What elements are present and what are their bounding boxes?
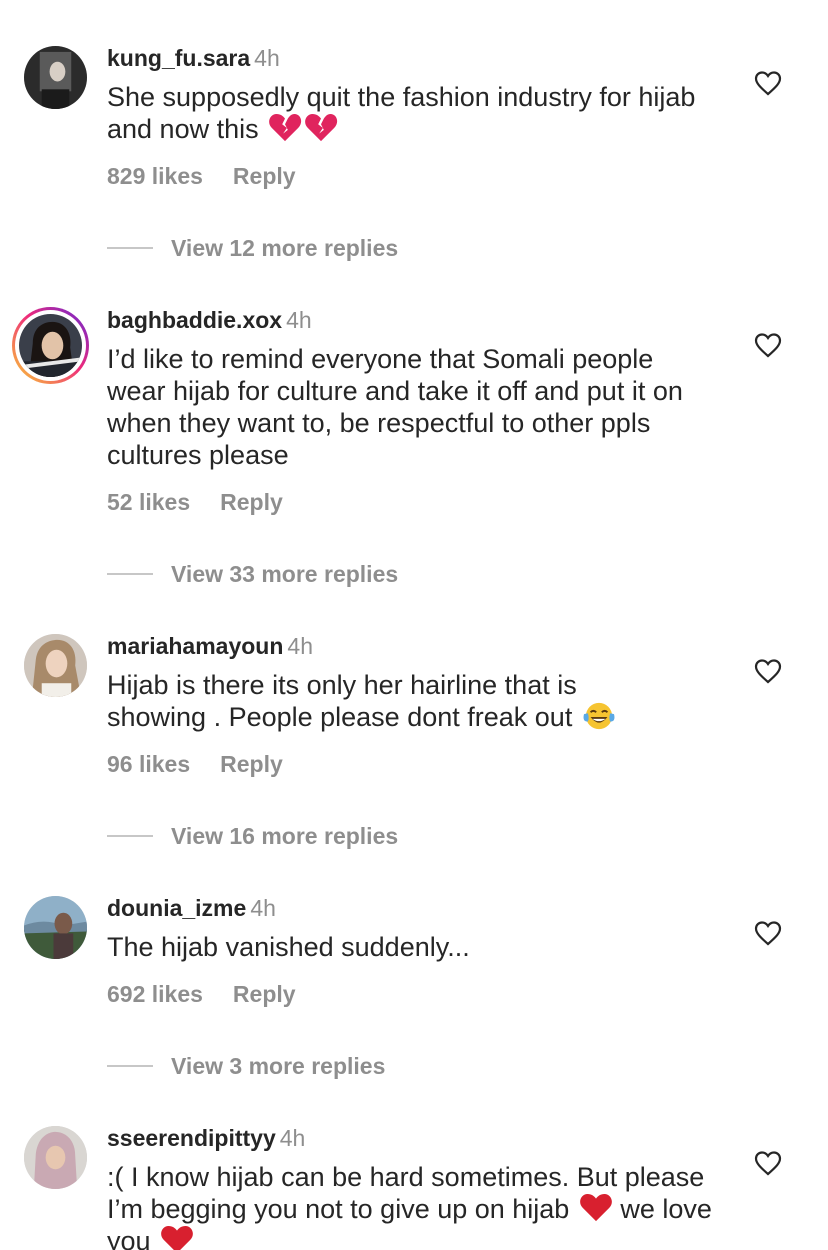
comment-text: I’d like to remind everyone that Somali … xyxy=(107,343,707,471)
like-heart-icon[interactable] xyxy=(754,70,782,96)
timestamp: 4h xyxy=(286,307,312,333)
view-replies-label: View 33 more replies xyxy=(171,561,399,587)
like-heart-icon[interactable] xyxy=(754,658,782,684)
username[interactable]: dounia_izme xyxy=(107,895,246,921)
avatar-photo xyxy=(24,634,87,697)
timestamp: 4h xyxy=(254,45,280,71)
timestamp: 4h xyxy=(279,1125,306,1151)
likes-count[interactable]: 692 likes xyxy=(107,981,203,1007)
comment-text: :( I know hijab can be hard sometimes. B… xyxy=(107,1161,717,1250)
like-heart-icon[interactable] xyxy=(754,1150,782,1176)
comment-body: Hijab is there its only her hairline tha… xyxy=(107,670,577,732)
comment-body: :( I know hijab can be hard sometimes. B… xyxy=(107,1162,705,1224)
username[interactable]: kung_fu.sara xyxy=(107,45,250,71)
broken-heart-icon xyxy=(268,113,302,143)
timestamp: 4h xyxy=(287,633,313,659)
view-replies[interactable]: View 16 more replies xyxy=(107,822,398,850)
likes-count[interactable]: 52 likes xyxy=(107,489,190,515)
avatar[interactable] xyxy=(24,46,87,109)
comment-text: She supposedly quit the fashion industry… xyxy=(107,81,727,145)
avatar-photo xyxy=(24,46,87,109)
view-replies[interactable]: View 3 more replies xyxy=(107,1052,385,1080)
comment-actions: 692 likes Reply xyxy=(107,980,296,1008)
username[interactable]: mariahamayoun xyxy=(107,633,283,659)
comment-meta: baghbaddie.xox 4h xyxy=(107,306,312,334)
avatar-photo xyxy=(24,1126,87,1189)
comment-body: She supposedly quit the fashion industry… xyxy=(107,82,696,144)
avatar[interactable] xyxy=(24,896,87,959)
view-replies[interactable]: View 12 more replies xyxy=(107,234,398,262)
avatar[interactable] xyxy=(12,307,89,384)
replies-divider xyxy=(107,1065,153,1067)
replies-divider xyxy=(107,247,153,249)
like-heart-icon[interactable] xyxy=(754,920,782,946)
red-heart-icon xyxy=(579,1193,613,1223)
view-replies-label: View 12 more replies xyxy=(171,235,399,261)
reply-button[interactable]: Reply xyxy=(233,981,296,1007)
view-replies[interactable]: View 33 more replies xyxy=(107,560,398,588)
comment-actions: 52 likes Reply xyxy=(107,488,283,516)
comment-meta: dounia_izme 4h xyxy=(107,894,276,922)
red-heart-icon xyxy=(160,1225,194,1250)
likes-count[interactable]: 96 likes xyxy=(107,751,190,777)
story-ring xyxy=(15,310,86,381)
likes-count[interactable]: 829 likes xyxy=(107,163,203,189)
comment-text: Hijab is there its only her hairline tha… xyxy=(107,669,667,733)
tears-of-joy-icon xyxy=(582,701,616,731)
comment-meta: sseerendipittyy 4h xyxy=(107,1124,305,1152)
comment-meta: mariahamayoun 4h xyxy=(107,632,313,660)
reply-button[interactable]: Reply xyxy=(220,489,283,515)
avatar-photo xyxy=(19,314,82,377)
timestamp: 4h xyxy=(250,895,276,921)
username[interactable]: sseerendipittyy xyxy=(107,1125,276,1151)
avatar-photo xyxy=(24,896,87,959)
replies-divider xyxy=(107,835,153,837)
like-heart-icon[interactable] xyxy=(754,332,782,358)
comment-body: I’d like to remind everyone that Somali … xyxy=(107,344,683,470)
comment-actions: 829 likes Reply xyxy=(107,162,296,190)
replies-divider xyxy=(107,573,153,575)
broken-heart-icon xyxy=(304,113,338,143)
avatar[interactable] xyxy=(24,1126,87,1189)
avatar[interactable] xyxy=(24,634,87,697)
reply-button[interactable]: Reply xyxy=(220,751,283,777)
comment-meta: kung_fu.sara 4h xyxy=(107,44,280,72)
comment-text: The hijab vanished suddenly... xyxy=(107,931,727,963)
view-replies-label: View 3 more replies xyxy=(171,1053,386,1079)
reply-button[interactable]: Reply xyxy=(233,163,296,189)
comment-actions: 96 likes Reply xyxy=(107,750,283,778)
comment-body: The hijab vanished suddenly... xyxy=(107,932,470,962)
username[interactable]: baghbaddie.xox xyxy=(107,307,282,333)
view-replies-label: View 16 more replies xyxy=(171,823,399,849)
